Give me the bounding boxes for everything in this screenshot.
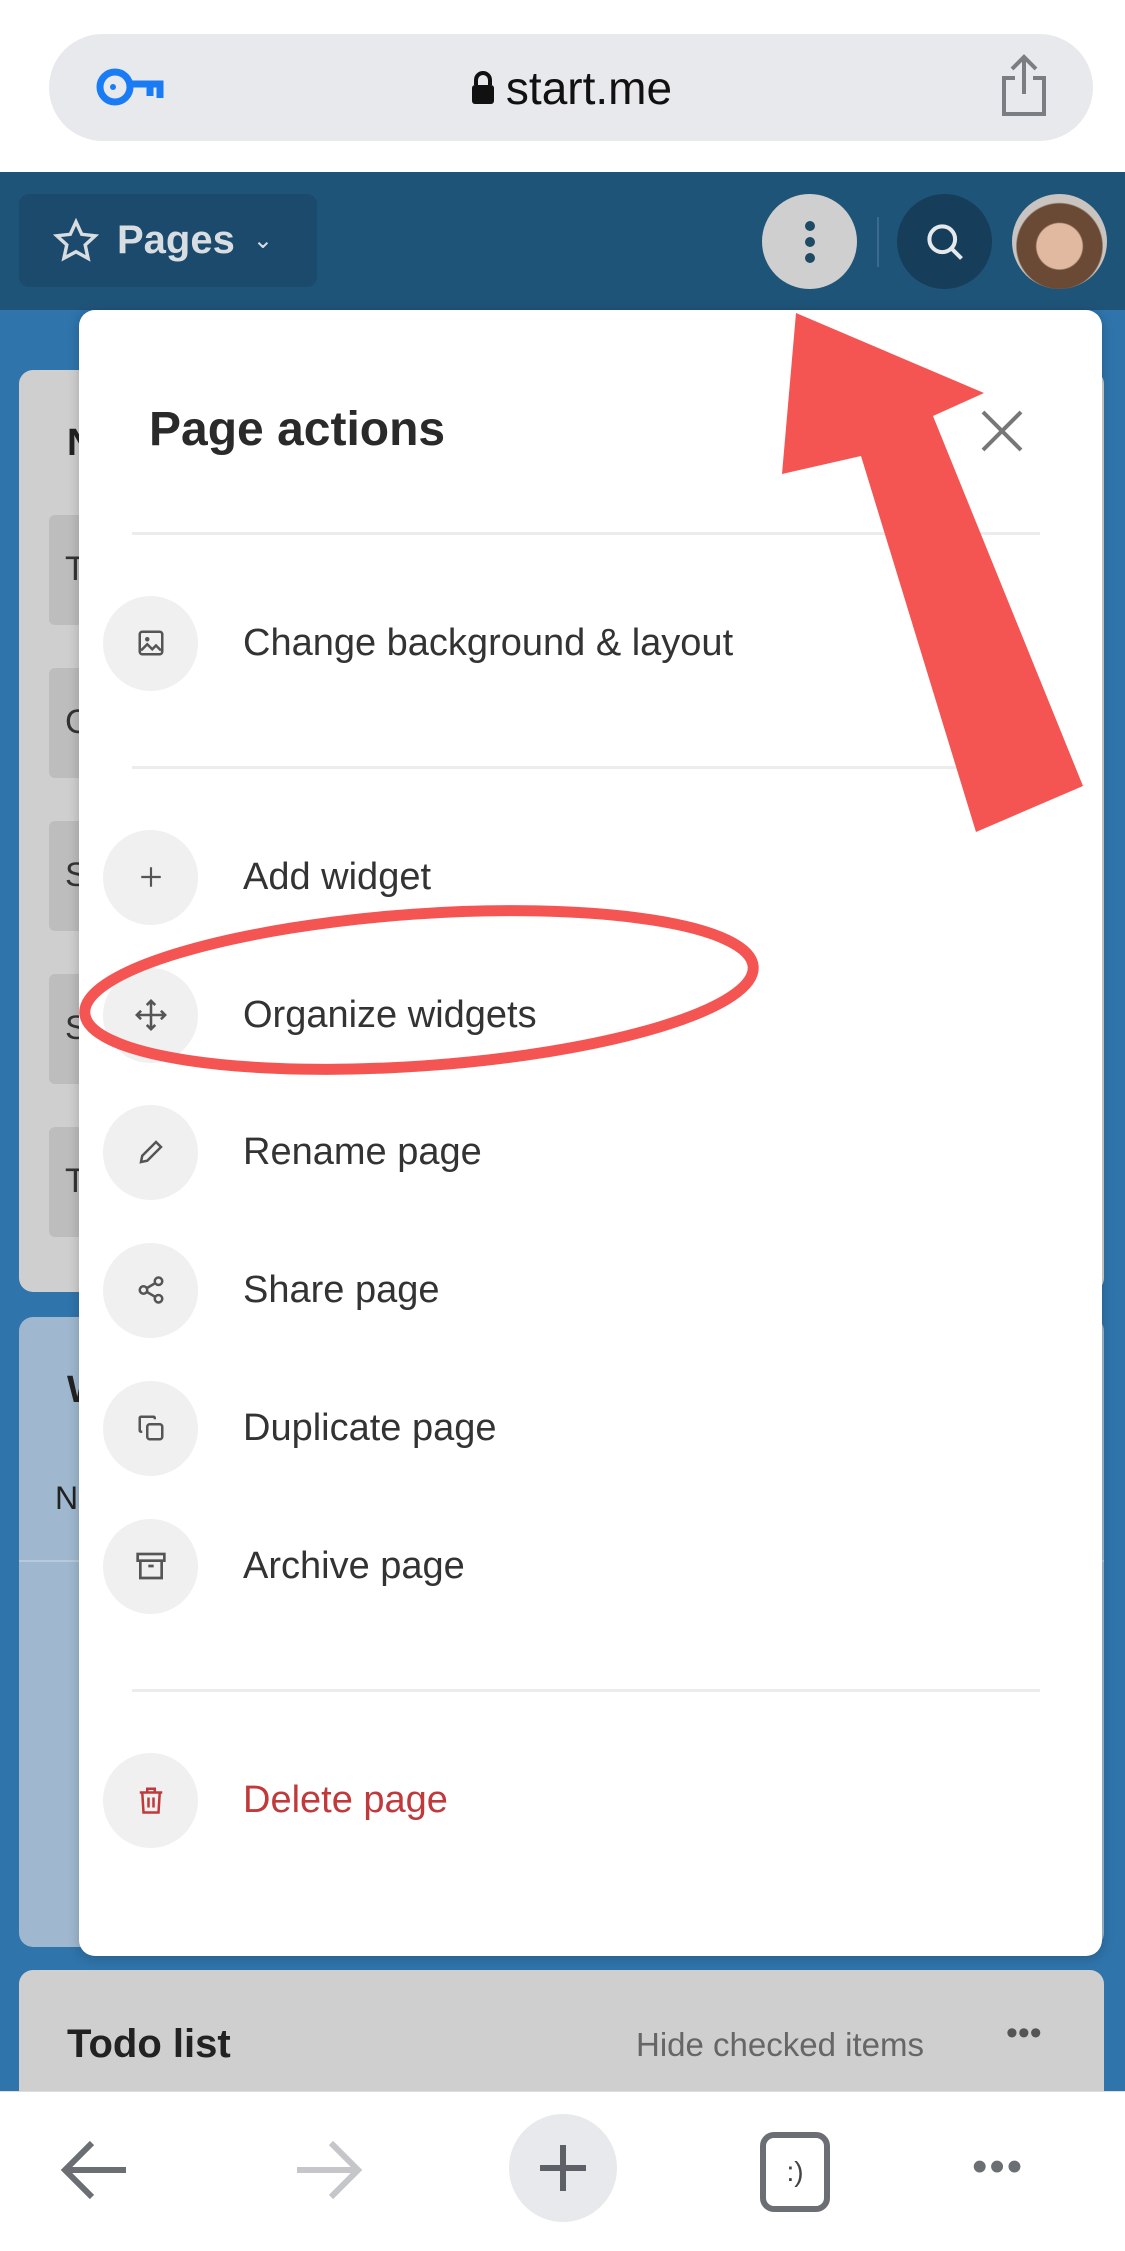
browser-bottom-toolbar: :) ••• bbox=[0, 2091, 1125, 2251]
red-circle-annotation bbox=[79, 905, 759, 1075]
plus-icon bbox=[540, 2145, 586, 2191]
annotation-overlay bbox=[79, 313, 1083, 1075]
more-icon[interactable]: ••• bbox=[972, 2142, 1024, 2192]
back-arrow-icon[interactable] bbox=[60, 2137, 130, 2208]
red-arrow-annotation bbox=[782, 313, 1083, 832]
new-tab-button[interactable] bbox=[509, 2114, 617, 2222]
forward-arrow-icon[interactable] bbox=[293, 2137, 363, 2208]
tabs-icon[interactable]: :) bbox=[760, 2132, 830, 2212]
